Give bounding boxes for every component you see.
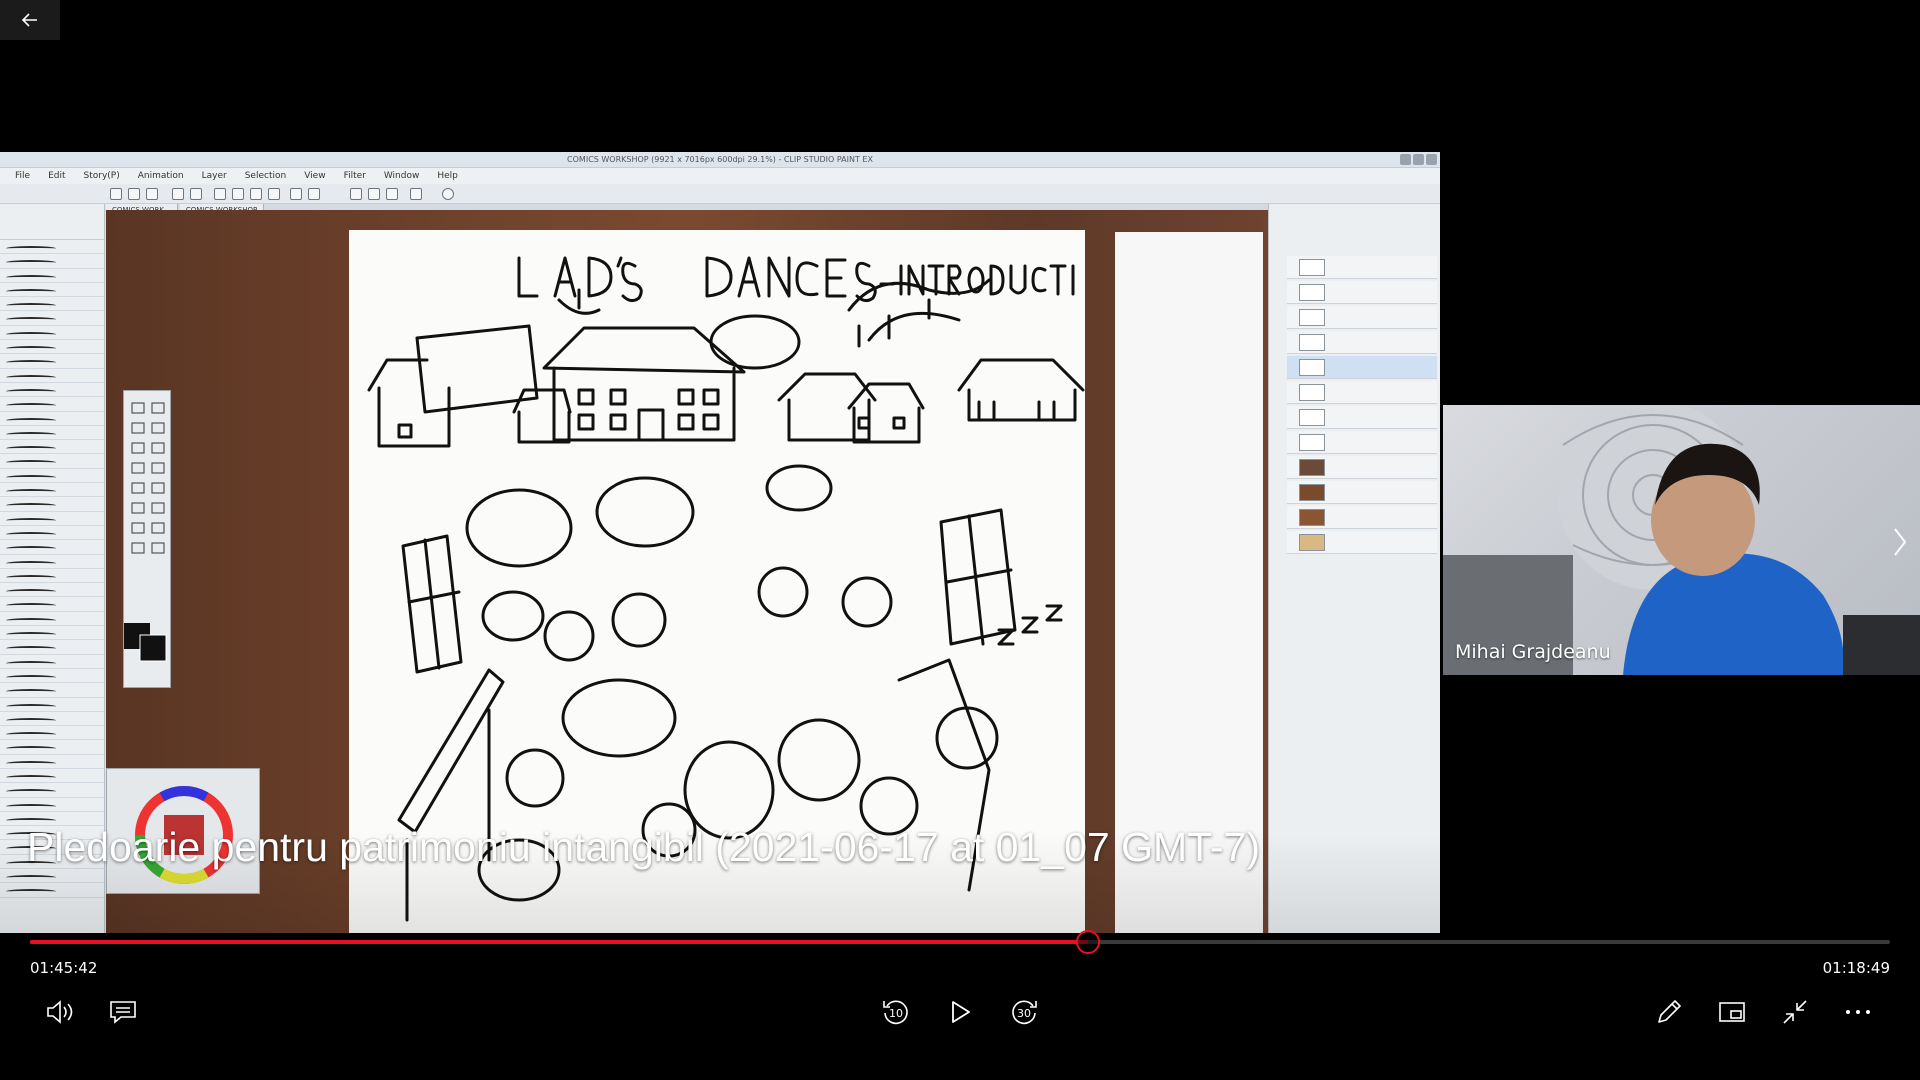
menu-item: Selection (244, 171, 287, 181)
menu-item: View (304, 171, 326, 181)
miniplayer-icon (1719, 1002, 1745, 1022)
more-icon (1846, 1010, 1870, 1014)
participant-image (1443, 405, 1920, 675)
captions-icon (110, 1001, 136, 1024)
seek-bar-thumb[interactable] (1076, 930, 1101, 954)
exit-fullscreen-button[interactable] (1773, 990, 1817, 1034)
app-menubar: File Edit Story(P) Animation Layer Selec… (0, 168, 1440, 184)
edit-button[interactable] (1647, 990, 1691, 1034)
window-buttons (1400, 154, 1437, 165)
forward-30-icon: 30 (1012, 1000, 1037, 1025)
chevron-right-icon (1894, 528, 1907, 556)
more-button[interactable] (1836, 990, 1880, 1034)
next-button[interactable] (1886, 522, 1914, 562)
shared-screen: COMICS WORKSHOP (9921 x 7016px 600dpi 29… (0, 152, 1440, 933)
menu-item: Filter (343, 171, 366, 181)
volume-button[interactable] (38, 990, 82, 1034)
pencil-icon (1658, 1000, 1681, 1023)
participant-name: Mihai Grajdeanu (1455, 641, 1611, 663)
menu-item: File (15, 171, 31, 181)
tool-palette (123, 390, 171, 688)
rewind-10-button[interactable]: 10 (874, 990, 918, 1034)
volume-icon (47, 1000, 73, 1024)
arrow-left-icon (21, 13, 37, 27)
participant-video: Mihai Grajdeanu (1443, 405, 1920, 675)
layer-panel (1268, 204, 1440, 933)
video-player: COMICS WORKSHOP (9921 x 7016px 600dpi 29… (0, 0, 1920, 1080)
seek-bar[interactable] (30, 930, 1890, 954)
captions-button[interactable] (101, 990, 145, 1034)
svg-text:30: 30 (1017, 1007, 1031, 1020)
forward-30-button[interactable]: 30 (1002, 990, 1046, 1034)
svg-text:10: 10 (889, 1007, 903, 1020)
app-toolbar (0, 184, 1440, 204)
app-window-title: COMICS WORKSHOP (9921 x 7016px 600dpi 29… (0, 152, 1440, 168)
video-title: Pledoarie pentru patrimoniu intangibil (… (27, 824, 1261, 870)
seek-bar-fill (30, 940, 1089, 944)
play-button[interactable] (938, 990, 982, 1034)
menu-item: Help (437, 171, 458, 181)
exit-fullscreen-icon (1783, 1000, 1807, 1024)
elapsed-time: 01:45:42 (30, 959, 98, 977)
remaining-time: 01:18:49 (1822, 959, 1890, 977)
menu-item: Edit (48, 171, 66, 181)
rewind-10-icon: 10 (883, 1000, 908, 1025)
play-icon (952, 1001, 970, 1023)
menu-item: Layer (201, 171, 227, 181)
menu-item: Story(P) (83, 171, 120, 181)
menu-item: Window (383, 171, 420, 181)
menu-item: Animation (137, 171, 184, 181)
miniplayer-button[interactable] (1710, 990, 1754, 1034)
back-button[interactable] (0, 0, 60, 40)
